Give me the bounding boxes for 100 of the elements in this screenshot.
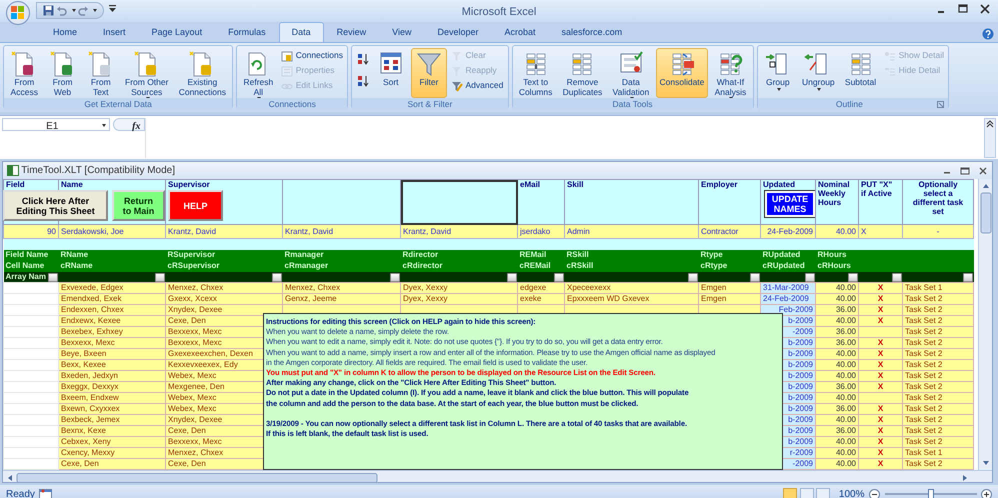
ribbon-button[interactable]: From Text (82, 48, 119, 98)
column-heading: Supervisor (168, 180, 210, 189)
table-cell: 40.00 (816, 282, 858, 294)
ribbon-tab[interactable]: Developer (424, 22, 492, 42)
table-cell: Task Set 2 (902, 458, 974, 470)
table-cell (4, 294, 58, 304)
column-heading: Optionally select a different task set (912, 180, 964, 216)
table-cell: cRName (58, 260, 166, 272)
properties-icon (281, 64, 294, 77)
office-logo-icon (11, 6, 25, 20)
table-cell: Task Set 2 (902, 436, 974, 448)
ribbon-button[interactable]: Remove Duplicates (558, 48, 606, 98)
table-cell: 90 (4, 224, 58, 238)
table-cell: Menxez, Chxex (166, 282, 282, 294)
filter-button[interactable] (750, 272, 760, 282)
table-cell: RSupervisor (166, 250, 282, 260)
filter-button[interactable] (390, 272, 400, 282)
column-heading: Nominal Weekly Hours (818, 180, 850, 207)
ribbon-tab[interactable]: Home (40, 22, 90, 42)
zoom-slider-thumb[interactable] (928, 488, 934, 498)
zoom-out-icon[interactable] (869, 488, 880, 498)
filter-button[interactable] (506, 272, 516, 282)
ribbon-button[interactable]: Connections (279, 48, 345, 64)
column-heading: Skill (567, 180, 584, 189)
column-heading: Name (61, 180, 83, 189)
sheet-button[interactable]: UPDATE NAMES (765, 191, 814, 217)
expand-icon[interactable] (984, 118, 996, 158)
ribbon-tab[interactable]: salesforce.com (548, 22, 636, 42)
column-heading: Employer (701, 180, 738, 189)
ribbon-button[interactable]: Sort (372, 48, 409, 98)
filter-button[interactable] (688, 272, 698, 282)
save-icon[interactable] (43, 5, 54, 16)
table-cell: edgexe (518, 282, 564, 294)
table-cell: Task Set 2 (902, 316, 974, 326)
ribbon-button[interactable]: Advanced (449, 78, 506, 94)
caret-icon (72, 9, 76, 12)
help-icon[interactable] (982, 28, 994, 40)
function-button[interactable]: fx (112, 118, 144, 132)
table-cell: - (902, 224, 974, 238)
table-cell (4, 458, 58, 470)
ribbon-button[interactable]: Existing Connections (174, 48, 230, 98)
redo-icon[interactable] (78, 5, 89, 16)
sheet-button[interactable]: Click Here After Editing This Sheet (3, 190, 108, 221)
ribbon-tab[interactable]: Insert (90, 22, 139, 42)
table-cell: RName (58, 250, 166, 260)
filter-button[interactable] (962, 272, 972, 282)
ribbon-button[interactable]: Group (760, 48, 796, 98)
table-cell: Gxexx, Xcexx (166, 294, 282, 304)
ribbon-button[interactable]: From Web (44, 48, 80, 98)
table-cell: Task Set 2 (902, 360, 974, 370)
ribbon-button[interactable]: What-If Analysis (710, 48, 750, 98)
macro-record-icon[interactable] (39, 488, 54, 498)
table-cell: Cell Name (4, 260, 58, 272)
table-cell: Emgen (698, 282, 760, 294)
advanced-filter-icon (451, 80, 464, 92)
workbook-icon (7, 165, 19, 176)
group-title: Data Tools (612, 98, 654, 110)
office-button[interactable] (6, 1, 30, 25)
column-heading: Field (6, 180, 25, 189)
sheet-button[interactable]: Return to Main (112, 190, 165, 221)
ribbon-button[interactable]: Subtotal (840, 48, 880, 98)
table-cell: Beye, Bxeen (58, 348, 166, 360)
filter-button[interactable] (272, 272, 282, 282)
table-cell (4, 404, 58, 414)
table-cell (4, 436, 58, 448)
group-title: Outline (834, 98, 864, 110)
filter-button[interactable] (848, 272, 858, 282)
vertical-scrollbar[interactable] (978, 179, 992, 470)
table-cell: Field Name (4, 250, 58, 260)
dialog-launcher-icon[interactable] (937, 100, 944, 108)
table-cell: X (858, 282, 902, 294)
group-title: Sort & Filter (406, 98, 454, 110)
horizontal-scrollbar[interactable] (3, 470, 992, 482)
filter-button[interactable] (804, 272, 814, 282)
name-box[interactable]: E1 (2, 118, 110, 132)
table-cell (902, 238, 974, 250)
filter-button[interactable] (154, 272, 164, 282)
ribbon-tab[interactable]: View (379, 22, 424, 42)
filter-button[interactable] (892, 272, 902, 282)
filter-button[interactable] (554, 272, 564, 282)
filter-button[interactable] (48, 272, 58, 282)
customize-icon[interactable] (108, 4, 116, 12)
table-cell: Rdirector (400, 250, 518, 260)
ribbon-tab[interactable]: Page Layout (138, 22, 216, 42)
table-cell: Task Set 2 (902, 414, 974, 426)
ribbon-button[interactable]: Consolidate (656, 48, 708, 98)
table-cell (4, 360, 58, 370)
ribbon-button[interactable]: Text to Columns (514, 48, 556, 98)
ribbon-tab[interactable]: Data (278, 22, 324, 42)
zoom-level: 100% (838, 488, 864, 498)
ribbon-button[interactable]: Filter (411, 48, 447, 98)
ribbon-tab[interactable]: Review (324, 22, 380, 42)
ribbon-tab[interactable]: Acrobat (492, 22, 549, 42)
sheet-button[interactable]: HELP (168, 190, 223, 221)
undo-icon[interactable] (56, 5, 68, 16)
caret-icon (93, 9, 97, 12)
ribbon-button[interactable]: From Access (6, 48, 42, 98)
zoom-in-icon[interactable] (981, 488, 992, 498)
ribbon-button[interactable]: Ungroup (798, 48, 839, 98)
ribbon-tab[interactable]: Formulas (215, 22, 279, 42)
